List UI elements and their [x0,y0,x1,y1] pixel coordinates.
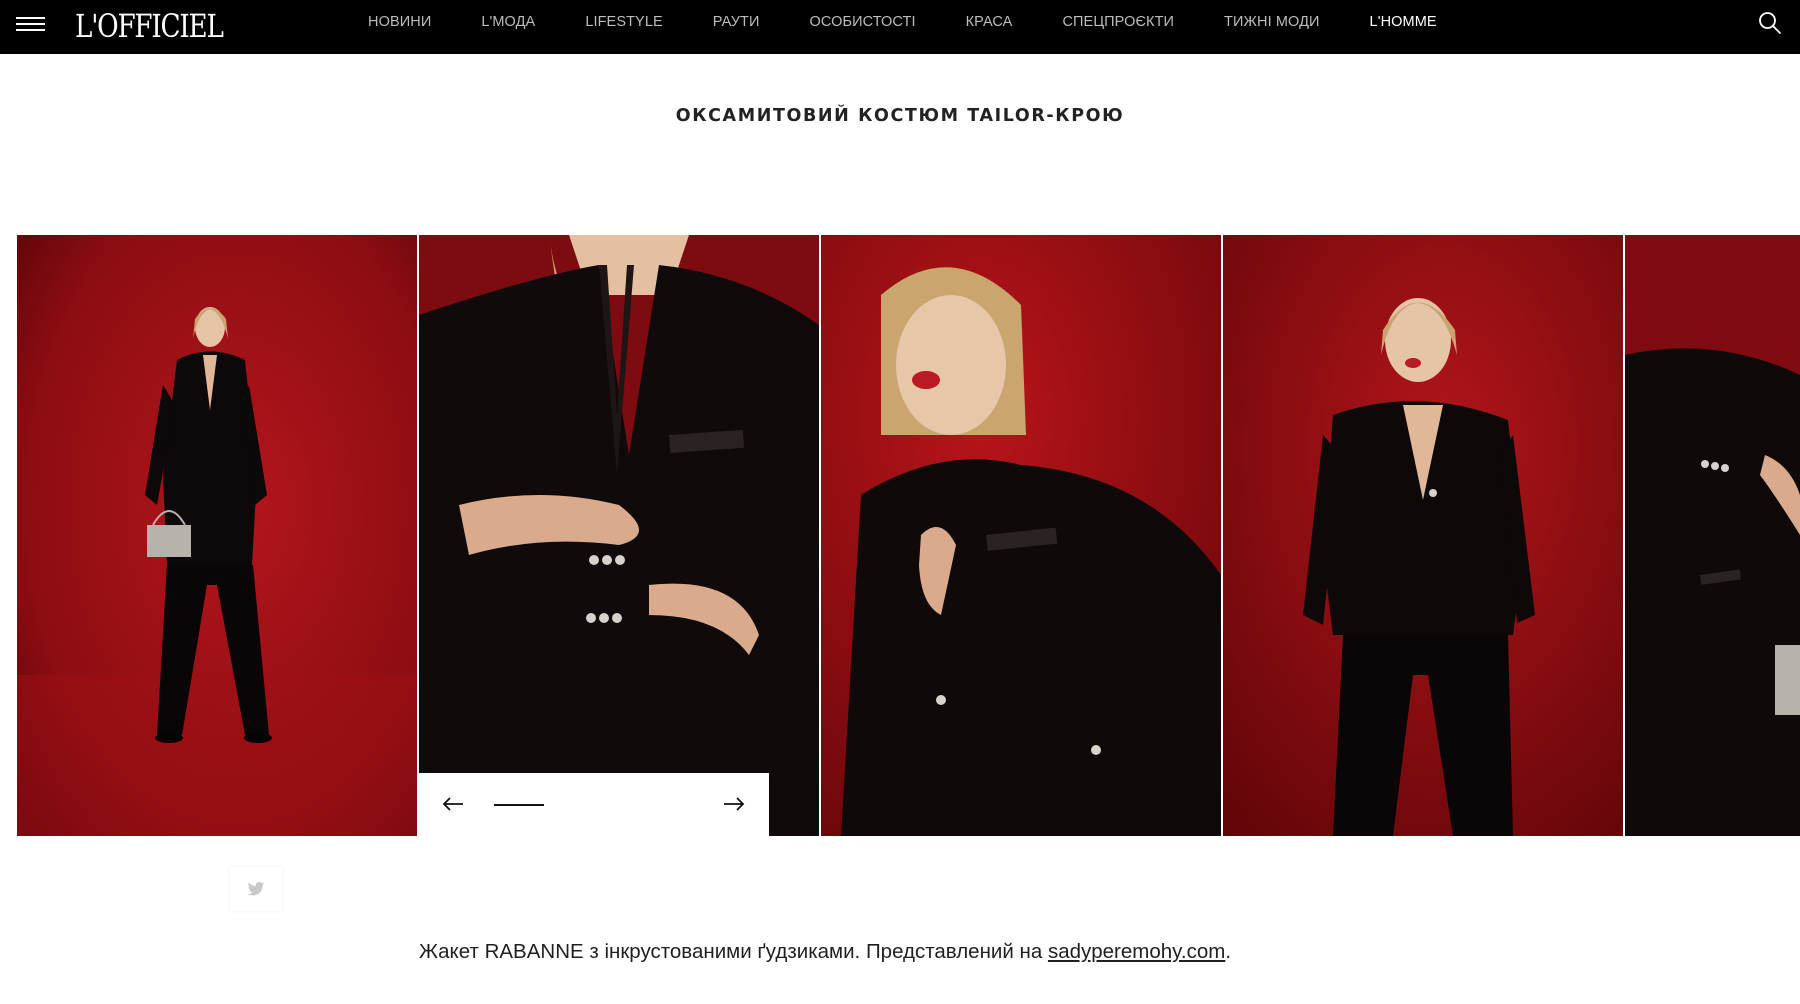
twitter-icon [247,881,265,895]
nav-item-lifestyle[interactable]: LIFESTYLE [585,14,662,30]
gallery-slide[interactable] [821,235,1221,836]
main-navigation: НОВИНИ L'МОДА LIFESTYLE РАУТИ ОСОБИСТОСТ… [368,0,1437,44]
photo-jacket-closeup [419,235,819,836]
gallery-slide[interactable] [1625,235,1800,836]
nav-item-events[interactable]: РАУТИ [713,14,760,30]
caption-suffix: . [1225,940,1232,963]
photo-standing-suit [1223,235,1623,836]
nav-item-fashion[interactable]: L'МОДА [481,14,535,30]
gallery-progress-indicator [494,804,544,806]
photo-side-handbag [1625,235,1800,836]
gallery-slide[interactable] [419,235,819,836]
arrow-right-icon[interactable] [722,793,746,815]
gallery-slide[interactable] [1223,235,1623,836]
search-icon[interactable] [1757,10,1783,36]
photo-portrait-jacket [821,235,1221,836]
nav-item-lhomme[interactable]: L'HOMME [1370,14,1437,30]
photo-caption: Жакет RABANNE з інкрустованими ґудзиками… [419,940,1231,964]
arrow-left-icon[interactable] [441,793,465,815]
nav-item-special-projects[interactable]: СПЕЦПРОЄКТИ [1062,14,1174,30]
photo-gallery[interactable] [17,235,1800,836]
caption-text: Жакет RABANNE з інкрустованими ґудзиками… [419,940,1048,963]
caption-link[interactable]: sadyperemohy.com [1048,940,1225,963]
top-navigation-bar: L'OFFICIEL НОВИНИ L'МОДА LIFESTYLE РАУТИ… [0,0,1800,54]
gallery-controls [418,773,769,836]
site-logo[interactable]: L'OFFICIEL [75,6,224,46]
photo-full-length-suit [17,235,417,836]
hamburger-menu-icon[interactable] [16,13,46,35]
nav-item-beauty[interactable]: КРАСА [966,14,1013,30]
nav-item-fashion-weeks[interactable]: ТИЖНІ МОДИ [1224,14,1319,30]
gallery-slide[interactable] [17,235,417,836]
nav-item-personalities[interactable]: ОСОБИСТОСТІ [810,14,916,30]
twitter-share-button[interactable] [230,867,282,911]
nav-item-news[interactable]: НОВИНИ [368,14,431,30]
article-title: ОКСАМИТОВИЙ КОСТЮМ TAILOR-КРОЮ [675,106,1125,126]
